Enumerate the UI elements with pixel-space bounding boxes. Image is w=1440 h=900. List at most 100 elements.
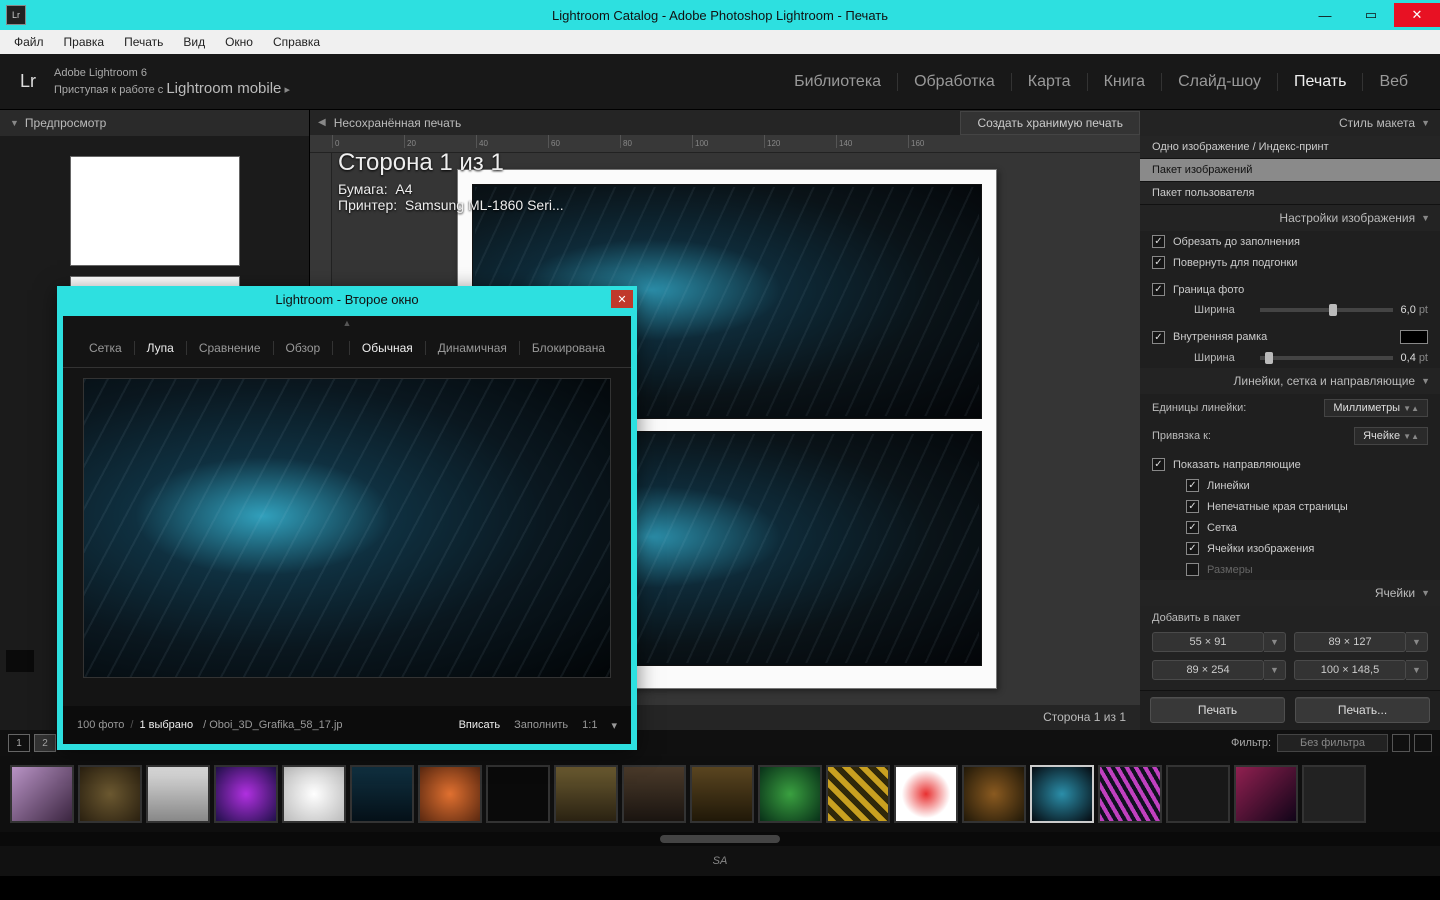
filmstrip-thumb[interactable] (758, 765, 822, 823)
layout-style-header[interactable]: Стиль макета▼ (1140, 110, 1440, 136)
tab-normal[interactable]: Обычная (349, 341, 425, 355)
tab-grid[interactable]: Сетка (77, 341, 135, 355)
minimize-button[interactable]: — (1302, 3, 1348, 27)
identity-plate[interactable]: Adobe Lightroom 6 Приступая к работе с L… (54, 66, 290, 98)
guide-margins-checkbox[interactable] (1186, 500, 1199, 513)
image-settings-header[interactable]: Настройки изображения▼ (1140, 205, 1440, 231)
filmstrip-thumb-selected[interactable] (1030, 765, 1094, 823)
rulers-grid-header[interactable]: Линейки, сетка и направляющие▼ (1140, 368, 1440, 394)
size-100x148[interactable]: 100 × 148,5 (1294, 660, 1406, 680)
filmstrip-thumb[interactable] (1234, 765, 1298, 823)
filmstrip-thumb[interactable] (10, 765, 74, 823)
inner-width-slider[interactable] (1260, 356, 1393, 360)
print-settings-button[interactable]: Печать... (1295, 697, 1430, 723)
guide-cells-checkbox[interactable] (1186, 542, 1199, 555)
size-55x91[interactable]: 55 × 91 (1152, 632, 1264, 652)
size-dd[interactable]: ▼ (1264, 632, 1286, 652)
size-dd[interactable]: ▼ (1264, 660, 1286, 680)
inner-stroke-checkbox[interactable] (1152, 331, 1165, 344)
tab-survey[interactable]: Обзор (274, 341, 334, 355)
filmstrip-thumb[interactable] (690, 765, 754, 823)
filter-select[interactable]: Без фильтра (1277, 734, 1388, 752)
maximize-button[interactable]: ▭ (1348, 3, 1394, 27)
window-1-toggle[interactable]: 1 (8, 734, 30, 752)
preview-thumb-1[interactable] (70, 156, 240, 266)
mod-map[interactable]: Карта (1012, 73, 1088, 91)
window-2-toggle[interactable]: 2 (34, 734, 56, 752)
rotate-to-fit-checkbox[interactable] (1152, 256, 1165, 269)
size-89x254[interactable]: 89 × 254 (1152, 660, 1264, 680)
mod-book[interactable]: Книга (1088, 73, 1162, 91)
inner-stroke-label: Внутренняя рамка (1173, 331, 1267, 343)
show-guides-checkbox[interactable] (1152, 458, 1165, 471)
filmstrip-thumb[interactable] (554, 765, 618, 823)
preview-panel-header[interactable]: ▼ Предпросмотр (0, 110, 309, 136)
mod-library[interactable]: Библиотека (778, 73, 898, 91)
size-89x127[interactable]: 89 × 127 (1294, 632, 1406, 652)
zoom-menu[interactable]: ▾ (611, 719, 617, 732)
filmstrip-thumb[interactable] (894, 765, 958, 823)
snap-to-select[interactable]: Ячейке ▼▲ (1354, 427, 1428, 445)
crop-to-fill-checkbox[interactable] (1152, 235, 1165, 248)
secondary-close-button[interactable]: ✕ (611, 290, 633, 308)
menu-print[interactable]: Печать (114, 35, 173, 49)
print-action-bar: Печать Печать... (1140, 690, 1440, 729)
filmstrip-thumb[interactable] (350, 765, 414, 823)
menu-help[interactable]: Справка (263, 35, 330, 49)
secondary-window[interactable]: Lightroom - Второе окно ✕ ▲ Сетка Лупа С… (57, 286, 637, 750)
mod-develop[interactable]: Обработка (898, 73, 1012, 91)
ruler-units-select[interactable]: Миллиметры ▼▲ (1324, 399, 1428, 417)
layout-opt-package[interactable]: Пакет изображений (1140, 159, 1440, 182)
filmstrip-thumb[interactable] (826, 765, 890, 823)
filmstrip-thumb[interactable] (282, 765, 346, 823)
filmstrip-thumb[interactable] (1302, 765, 1366, 823)
fill-button[interactable]: Заполнить (514, 719, 568, 732)
border-width-slider[interactable] (1260, 308, 1393, 312)
filmstrip-thumb[interactable] (622, 765, 686, 823)
menu-file[interactable]: Файл (4, 35, 54, 49)
filmstrip-scrollbar[interactable] (0, 832, 1440, 846)
filmstrip-thumb[interactable] (1098, 765, 1162, 823)
size-dd[interactable]: ▼ (1406, 660, 1428, 680)
inner-stroke-color[interactable] (1400, 330, 1428, 344)
layout-opt-custom[interactable]: Пакет пользователя (1140, 182, 1440, 205)
filmstrip-thumb[interactable] (214, 765, 278, 823)
filter-lock[interactable] (1414, 734, 1432, 752)
secondary-titlebar[interactable]: Lightroom - Второе окно ✕ (57, 286, 637, 312)
guide-dimensions-checkbox[interactable] (1186, 563, 1199, 576)
chevron-left-icon[interactable]: ◀ (310, 117, 334, 128)
layout-opt-single[interactable]: Одно изображение / Индекс-принт (1140, 136, 1440, 159)
tab-loupe[interactable]: Лупа (135, 341, 187, 355)
print-button[interactable]: Печать (1150, 697, 1285, 723)
inner-width-value[interactable]: 0,4 (1401, 352, 1416, 364)
filmstrip[interactable] (0, 756, 1440, 832)
filmstrip-thumb[interactable] (1166, 765, 1230, 823)
menu-view[interactable]: Вид (173, 35, 215, 49)
secondary-image[interactable] (83, 378, 611, 678)
tab-locked[interactable]: Блокирована (519, 341, 617, 355)
menu-window[interactable]: Окно (215, 35, 263, 49)
mod-slideshow[interactable]: Слайд-шоу (1162, 73, 1278, 91)
tab-compare[interactable]: Сравнение (187, 341, 274, 355)
menu-edit[interactable]: Правка (54, 35, 115, 49)
filmstrip-thumb[interactable] (962, 765, 1026, 823)
close-button[interactable]: ✕ (1394, 3, 1440, 27)
guide-rulers-checkbox[interactable] (1186, 479, 1199, 492)
tab-live[interactable]: Динамичная (425, 341, 519, 355)
ruler-tick: 160 (908, 135, 980, 148)
filmstrip-thumb[interactable] (418, 765, 482, 823)
filmstrip-thumb[interactable] (78, 765, 142, 823)
mod-print[interactable]: Печать (1278, 73, 1363, 91)
cells-header[interactable]: Ячейки▼ (1140, 580, 1440, 606)
filmstrip-thumb[interactable] (486, 765, 550, 823)
guide-grid-checkbox[interactable] (1186, 521, 1199, 534)
filter-flag-1[interactable] (1392, 734, 1410, 752)
border-width-value[interactable]: 6,0 (1401, 304, 1416, 316)
filmstrip-thumb[interactable] (146, 765, 210, 823)
photo-border-checkbox[interactable] (1152, 283, 1165, 296)
fit-button[interactable]: Вписать (459, 719, 501, 732)
size-dd[interactable]: ▼ (1406, 632, 1428, 652)
mod-web[interactable]: Веб (1363, 73, 1424, 91)
one-to-one-button[interactable]: 1:1 (582, 719, 597, 732)
create-saved-print-button[interactable]: Создать хранимую печать (960, 111, 1140, 135)
